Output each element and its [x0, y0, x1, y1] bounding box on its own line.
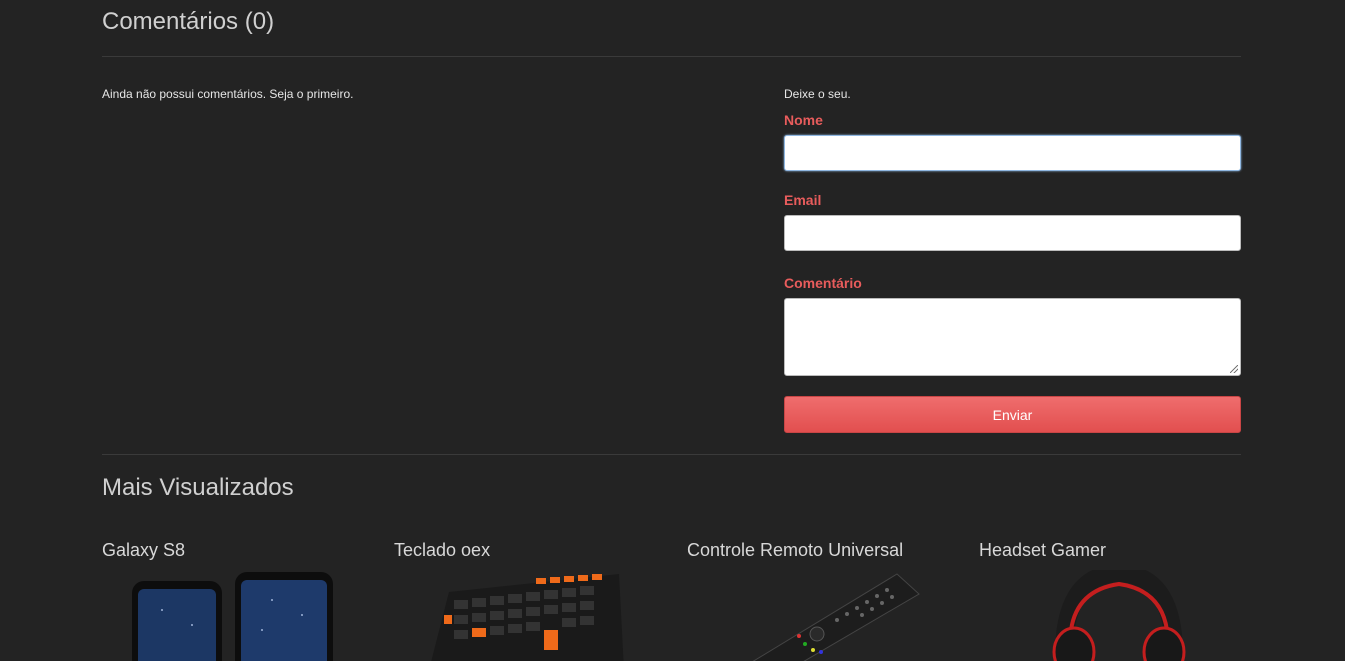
product-name[interactable]: Headset Gamer [979, 540, 1106, 561]
product-card[interactable]: Galaxy S8 [102, 540, 362, 661]
comment-label: Comentário [784, 275, 862, 291]
product-card[interactable]: Headset Gamer [979, 540, 1239, 661]
smartphone-image[interactable] [102, 570, 362, 661]
product-card[interactable]: Controle Remoto Universal [687, 540, 947, 661]
email-label: Email [784, 192, 822, 208]
resize-handle-icon[interactable] [1230, 365, 1238, 373]
product-name[interactable]: Controle Remoto Universal [687, 540, 903, 561]
remote-control-image[interactable] [687, 570, 947, 661]
name-input[interactable] [784, 135, 1241, 171]
divider [102, 454, 1241, 455]
form-intro: Deixe o seu. [784, 87, 851, 101]
keyboard-image[interactable] [394, 570, 654, 661]
divider [102, 56, 1241, 57]
no-comments-text: Ainda não possui comentários. Seja o pri… [102, 87, 354, 101]
name-label: Nome [784, 112, 823, 128]
comment-textarea[interactable] [784, 298, 1241, 376]
most-viewed-title: Mais Visualizados [102, 474, 294, 501]
submit-button[interactable]: Enviar [784, 396, 1241, 433]
product-name[interactable]: Galaxy S8 [102, 540, 185, 561]
email-input[interactable] [784, 215, 1241, 251]
product-card[interactable]: Teclado oex [394, 540, 654, 661]
headset-image[interactable] [979, 570, 1239, 661]
product-name[interactable]: Teclado oex [394, 540, 490, 561]
comments-title: Comentários (0) [102, 8, 275, 35]
